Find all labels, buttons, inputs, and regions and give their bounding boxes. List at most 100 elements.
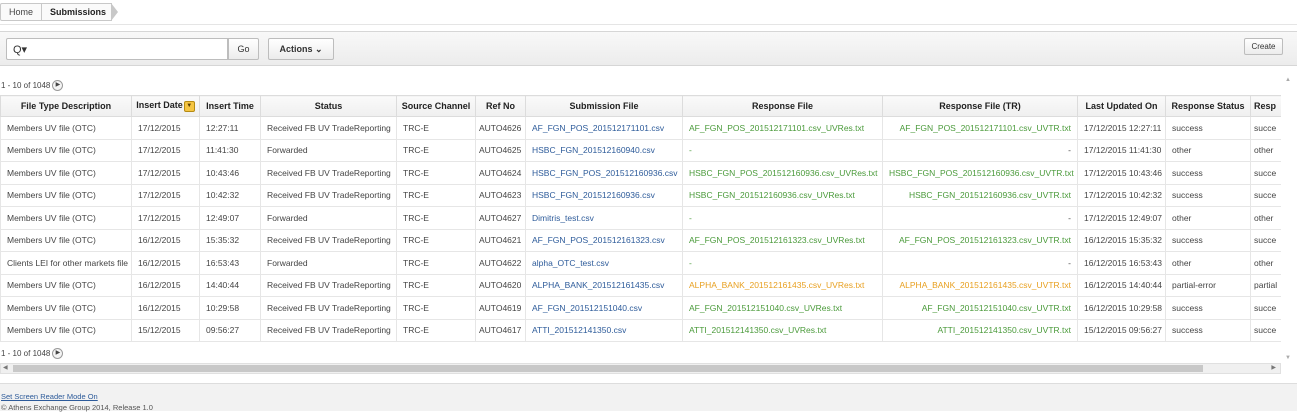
source-channel-cell: TRC-E: [396, 296, 476, 320]
response-file-link[interactable]: AF_FGN_POS_201512171101.csv_UVRes.txt: [682, 116, 883, 140]
pagination-top: 1 - 10 of 1048 ▶: [1, 80, 64, 92]
create-button[interactable]: Create: [1244, 38, 1283, 55]
next-page-icon[interactable]: ▶: [52, 80, 64, 92]
file-type-cell: Members UV file (OTC): [0, 116, 132, 140]
scroll-up-icon[interactable]: ▲: [1285, 77, 1291, 83]
scroll-left-icon[interactable]: ◀: [3, 364, 8, 373]
sort-desc-icon[interactable]: ▼: [183, 100, 195, 112]
next-page-icon[interactable]: ▶: [52, 348, 64, 360]
response-file-tr-link[interactable]: ATTI_201512141350.csv_UVTR.txt: [882, 318, 1078, 342]
insert-time-cell: 15:35:32: [199, 228, 261, 252]
response-file-link[interactable]: AF_FGN_201512151040.csv_UVRes.txt: [682, 296, 883, 320]
response-status-cell: success: [1165, 296, 1251, 320]
insert-time-cell: 09:56:27: [199, 318, 261, 342]
horizontal-scrollbar[interactable]: ◀ ▶: [0, 363, 1281, 374]
table-row: Members UV file (OTC) 17/12/2015 12:49:07 F…: [0, 206, 1281, 230]
col-header[interactable]: Ref No: [475, 95, 526, 117]
source-channel-cell: TRC-E: [396, 251, 476, 275]
col-header[interactable]: Source Channel: [396, 95, 476, 117]
response-status-cell: success: [1165, 228, 1251, 252]
col-header[interactable]: Resp: [1250, 95, 1281, 117]
ref-no-cell: AUTO4622: [475, 251, 526, 275]
response-file-tr-link[interactable]: -: [882, 138, 1078, 162]
response-file-link[interactable]: AF_FGN_POS_201512161323.csv_UVRes.txt: [682, 228, 883, 252]
last-updated-cell: 17/12/2015 12:49:07: [1077, 206, 1166, 230]
insert-time-cell: 10:42:32: [199, 183, 261, 207]
insert-date-cell: 16/12/2015: [131, 251, 200, 275]
vertical-scrollbar[interactable]: ▲ ▼: [1283, 77, 1295, 361]
file-type-cell: Clients LEI for other markets file: [0, 251, 132, 275]
response-file-link[interactable]: HSBC_FGN_201512160936.csv_UVRes.txt: [682, 183, 883, 207]
response-file-tr-link[interactable]: ALPHA_BANK_201512161435.csv_UVTR.txt: [882, 273, 1078, 297]
pagination-text: 1 - 10 of 1048: [1, 81, 51, 90]
source-channel-cell: TRC-E: [396, 206, 476, 230]
ref-no-cell: AUTO4626: [475, 116, 526, 140]
status-cell: Forwarded: [260, 251, 397, 275]
table-row: Members UV file (OTC) 16/12/2015 10:29:58 R…: [0, 296, 1281, 320]
col-header[interactable]: Response File (TR): [882, 95, 1078, 117]
submission-file-link[interactable]: AF_FGN_201512151040.csv: [525, 296, 683, 320]
submission-file-link[interactable]: ATTI_201512141350.csv: [525, 318, 683, 342]
response-file-link[interactable]: ATTI_201512141350.csv_UVRes.txt: [682, 318, 883, 342]
source-channel-cell: TRC-E: [396, 138, 476, 162]
pagination-bottom: 1 - 10 of 1048 ▶: [1, 348, 64, 360]
response-file-tr-link[interactable]: AF_FGN_POS_201512171101.csv_UVTR.txt: [882, 116, 1078, 140]
scroll-right-icon[interactable]: ▶: [1271, 364, 1276, 373]
response-file-link[interactable]: HSBC_FGN_POS_201512160936.csv_UVRes.txt: [682, 161, 883, 185]
ref-no-cell: AUTO4623: [475, 183, 526, 207]
screen-reader-link[interactable]: Set Screen Reader Mode On: [1, 392, 98, 401]
search-icon[interactable]: Q▾: [13, 43, 27, 56]
response-file-tr-link[interactable]: -: [882, 251, 1078, 275]
response-file-link[interactable]: -: [682, 206, 883, 230]
col-header[interactable]: Response File: [682, 95, 883, 117]
response-status-cell: success: [1165, 318, 1251, 342]
response-file-link[interactable]: ALPHA_BANK_201512161435.csv_UVRes.txt: [682, 273, 883, 297]
insert-date-cell: 16/12/2015: [131, 296, 200, 320]
actions-menu-button[interactable]: Actions ⌄: [268, 38, 334, 60]
scroll-down-icon[interactable]: ▼: [1285, 355, 1291, 361]
insert-time-cell: 11:41:30: [199, 138, 261, 162]
response-file-link[interactable]: -: [682, 138, 883, 162]
resp-cell: succe: [1250, 296, 1281, 320]
last-updated-cell: 17/12/2015 11:41:30: [1077, 138, 1166, 162]
submission-file-link[interactable]: ALPHA_BANK_201512161435.csv: [525, 273, 683, 297]
submission-file-link[interactable]: alpha_OTC_test.csv: [525, 251, 683, 275]
col-header[interactable]: Insert Time: [199, 95, 261, 117]
response-file-tr-link[interactable]: -: [882, 206, 1078, 230]
submission-file-link[interactable]: HSBC_FGN_POS_201512160936.csv: [525, 161, 683, 185]
scrollbar-thumb[interactable]: [13, 365, 1203, 372]
submission-file-link[interactable]: HSBC_FGN_201512160940.csv: [525, 138, 683, 162]
col-header[interactable]: Last Updated On: [1077, 95, 1166, 117]
col-header[interactable]: Status: [260, 95, 397, 117]
search-input[interactable]: Q▾: [6, 38, 228, 60]
ref-no-cell: AUTO4621: [475, 228, 526, 252]
ref-no-cell: AUTO4627: [475, 206, 526, 230]
table-row: Members UV file (OTC) 17/12/2015 12:27:11 R…: [0, 116, 1281, 140]
response-file-tr-link[interactable]: AF_FGN_201512151040.csv_UVTR.txt: [882, 296, 1078, 320]
breadcrumb-home[interactable]: Home: [0, 3, 42, 21]
submission-file-link[interactable]: Dimitris_test.csv: [525, 206, 683, 230]
status-cell: Received FB UV TradeReporting: [260, 161, 397, 185]
insert-date-cell: 17/12/2015: [131, 138, 200, 162]
response-file-link[interactable]: -: [682, 251, 883, 275]
file-type-cell: Members UV file (OTC): [0, 318, 132, 342]
status-cell: Received FB UV TradeReporting: [260, 318, 397, 342]
response-file-tr-link[interactable]: AF_FGN_POS_201512161323.csv_UVTR.txt: [882, 228, 1078, 252]
col-header[interactable]: Response Status: [1165, 95, 1251, 117]
go-button[interactable]: Go: [228, 38, 259, 60]
table-row: Members UV file (OTC) 17/12/2015 10:43:46 R…: [0, 161, 1281, 185]
submission-file-link[interactable]: AF_FGN_POS_201512171101.csv: [525, 116, 683, 140]
submission-file-link[interactable]: HSBC_FGN_201512160936.csv: [525, 183, 683, 207]
status-cell: Received FB UV TradeReporting: [260, 228, 397, 252]
source-channel-cell: TRC-E: [396, 228, 476, 252]
response-file-tr-link[interactable]: HSBC_FGN_201512160936.csv_UVTR.txt: [882, 183, 1078, 207]
last-updated-cell: 16/12/2015 15:35:32: [1077, 228, 1166, 252]
col-header[interactable]: Submission File: [525, 95, 683, 117]
ref-no-cell: AUTO4624: [475, 161, 526, 185]
col-header[interactable]: File Type Description: [0, 95, 132, 117]
response-status-cell: partial-error: [1165, 273, 1251, 297]
last-updated-cell: 16/12/2015 10:29:58: [1077, 296, 1166, 320]
response-file-tr-link[interactable]: HSBC_FGN_POS_201512160936.csv_UVTR.txt: [882, 161, 1078, 185]
col-header-insert-date[interactable]: Insert Date ▼: [131, 95, 200, 117]
submission-file-link[interactable]: AF_FGN_POS_201512161323.csv: [525, 228, 683, 252]
